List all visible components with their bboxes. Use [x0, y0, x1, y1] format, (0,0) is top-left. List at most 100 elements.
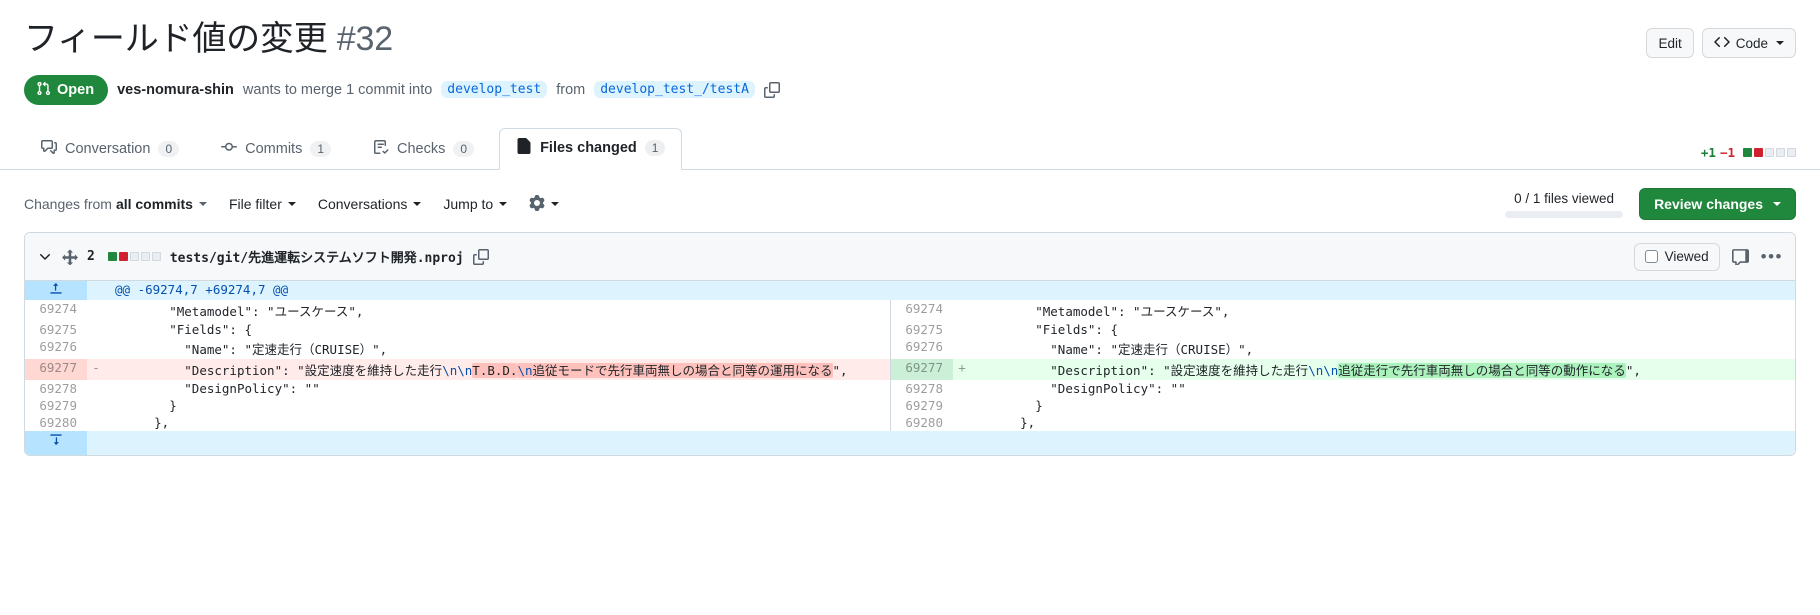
- diffstat-block-red: [1754, 148, 1763, 157]
- code-button-label: Code: [1735, 35, 1768, 51]
- file-filter-dropdown[interactable]: File filter: [229, 196, 296, 212]
- file-diff-card: 2 tests/git/先進運転システムソフト開発.nproj Viewed •…: [24, 232, 1796, 456]
- code-button[interactable]: Code: [1701, 28, 1796, 58]
- right-line-code: "Metamodel": "ユースケース",: [975, 304, 1230, 319]
- files-viewed-bar: [1505, 210, 1624, 218]
- diff-settings-dropdown[interactable]: [529, 194, 560, 214]
- left-line-number[interactable]: 69277: [25, 359, 87, 380]
- right-line-sign: [953, 300, 971, 321]
- left-line-code: "Metamodel": "ユースケース",: [109, 304, 364, 319]
- tab-files-changed[interactable]: Files changed 1: [499, 128, 683, 170]
- left-line-sign: [87, 300, 105, 321]
- left-line-number[interactable]: 69274: [25, 300, 87, 321]
- status-badge: Open: [24, 74, 109, 105]
- chevron-down-icon: [413, 202, 422, 206]
- changes-from-dropdown[interactable]: Changes from all commits: [24, 196, 207, 212]
- left-line-number[interactable]: 69278: [25, 380, 87, 397]
- diffstat-additions: +1: [1700, 145, 1716, 160]
- files-viewed-label: 0 / 1 files viewed: [1514, 190, 1614, 206]
- right-line-sign: [953, 321, 971, 338]
- right-line-code: },: [975, 415, 1036, 430]
- expand-sign-cell: [87, 431, 105, 455]
- left-line-sign: [87, 380, 105, 397]
- table-row: 69279 } 69279 }: [25, 397, 1795, 414]
- chevron-down-icon: [1773, 202, 1781, 206]
- pr-author[interactable]: ves-nomura-shin: [117, 82, 234, 98]
- review-changes-button[interactable]: Review changes: [1639, 188, 1796, 220]
- kebab-icon[interactable]: •••: [1761, 248, 1783, 265]
- left-line-number[interactable]: 69275: [25, 321, 87, 338]
- edit-button[interactable]: Edit: [1646, 28, 1694, 58]
- tab-checks-count: 0: [453, 141, 475, 157]
- right-line-number[interactable]: 69276: [891, 338, 953, 359]
- left-line-number[interactable]: 69280: [25, 414, 87, 431]
- right-line-code: "Fields": {: [975, 322, 1119, 337]
- expand-down-icon[interactable]: [25, 431, 87, 455]
- right-line-sign: [953, 414, 971, 431]
- right-line-number[interactable]: 69280: [891, 414, 953, 431]
- tab-commits[interactable]: Commits 1: [204, 129, 348, 170]
- pull-request-files-changed-page: フィールド値の変更 #32 Edit Code Open ves-nomura-…: [0, 0, 1820, 615]
- file-block-green: [107, 252, 117, 261]
- right-line-code: "Name": "定速走行（CRUISE）",: [975, 342, 1254, 357]
- file-path[interactable]: tests/git/先進運転システムソフト開発.nproj: [170, 247, 464, 266]
- right-line-number[interactable]: 69275: [891, 321, 953, 338]
- left-line-code: }: [109, 398, 177, 413]
- viewed-checkbox-button[interactable]: Viewed: [1633, 242, 1720, 271]
- left-line-number[interactable]: 69279: [25, 397, 87, 414]
- base-branch-chip[interactable]: develop_test: [441, 81, 548, 99]
- copy-icon[interactable]: [472, 248, 489, 265]
- diff-hunk-header-row: @@ -69274,7 +69274,7 @@: [25, 281, 1795, 300]
- file-filter-label: File filter: [228, 196, 282, 212]
- page-title: フィールド値の変更 #32: [24, 18, 393, 61]
- merge-text-before-head: from: [556, 81, 586, 98]
- diffstat-block-neutral: [1776, 148, 1785, 157]
- diffstat-block-neutral: [1765, 148, 1774, 157]
- tab-conversation[interactable]: Conversation 0: [24, 129, 196, 170]
- tab-files-changed-count: 1: [644, 140, 666, 156]
- unfold-icon[interactable]: [62, 249, 78, 265]
- chevron-down-icon: [499, 202, 508, 206]
- tab-checks[interactable]: Checks 0: [356, 129, 491, 170]
- pr-number: #32: [336, 20, 393, 58]
- head-branch-chip[interactable]: develop_test_/testA: [594, 81, 755, 99]
- file-header-right: Viewed •••: [1633, 242, 1783, 271]
- review-changes-label: Review changes: [1654, 196, 1763, 212]
- tab-commits-label: Commits: [245, 141, 303, 157]
- right-line-number[interactable]: 69279: [891, 397, 953, 414]
- status-badge-label: Open: [57, 81, 95, 98]
- expand-up-icon[interactable]: [25, 281, 87, 300]
- comment-icon[interactable]: [1731, 248, 1749, 265]
- diff-table: @@ -69274,7 +69274,7 @@ 69274 "Metamodel…: [25, 281, 1795, 455]
- right-line-number[interactable]: 69278: [891, 380, 953, 397]
- viewed-checkbox[interactable]: [1644, 250, 1658, 263]
- chevron-down-icon: [1776, 41, 1784, 45]
- left-line-code: "DesignPolicy": "": [109, 381, 320, 396]
- chevron-down-icon[interactable]: [37, 249, 53, 265]
- conversations-dropdown[interactable]: Conversations: [318, 196, 422, 212]
- files-viewed-progress: 0 / 1 files viewed: [1505, 190, 1624, 218]
- table-row: 69276 "Name": "定速走行（CRUISE）", 69276 "Nam…: [25, 338, 1795, 359]
- left-line-number[interactable]: 69276: [25, 338, 87, 359]
- right-line-number[interactable]: 69274: [891, 300, 953, 321]
- pr-meta-row: Open ves-nomura-shin wants to merge 1 co…: [24, 74, 1796, 105]
- diffstat-blocks: [1743, 148, 1796, 157]
- diff-expand-down-row: [25, 431, 1795, 455]
- table-row: 69275 "Fields": { 69275 "Fields": {: [25, 321, 1795, 338]
- diffstat-block-neutral: [1787, 148, 1796, 157]
- table-row: 69274 "Metamodel": "ユースケース", 69274 "Meta…: [25, 300, 1795, 321]
- chevron-down-icon: [287, 202, 296, 206]
- table-row-changed: 69277 - "Description": "設定速度を維持した走行\n\nT…: [25, 359, 1795, 380]
- chevron-down-icon: [551, 202, 560, 206]
- right-line-sign: [953, 397, 971, 414]
- copy-icon[interactable]: [763, 81, 780, 98]
- left-line-sign: -: [87, 359, 105, 380]
- diff-toolbar: Changes from all commits File filter Con…: [0, 170, 1820, 232]
- pull-request-icon: [36, 81, 51, 100]
- left-line-code: "Name": "定速走行（CRUISE）",: [109, 342, 388, 357]
- expand-filler-cell: [105, 431, 1795, 455]
- diff-hunk-header: @@ -69274,7 +69274,7 @@: [105, 281, 1795, 300]
- right-line-number[interactable]: 69277: [891, 359, 953, 380]
- left-line-code: },: [109, 415, 170, 430]
- jump-to-dropdown[interactable]: Jump to: [443, 196, 508, 212]
